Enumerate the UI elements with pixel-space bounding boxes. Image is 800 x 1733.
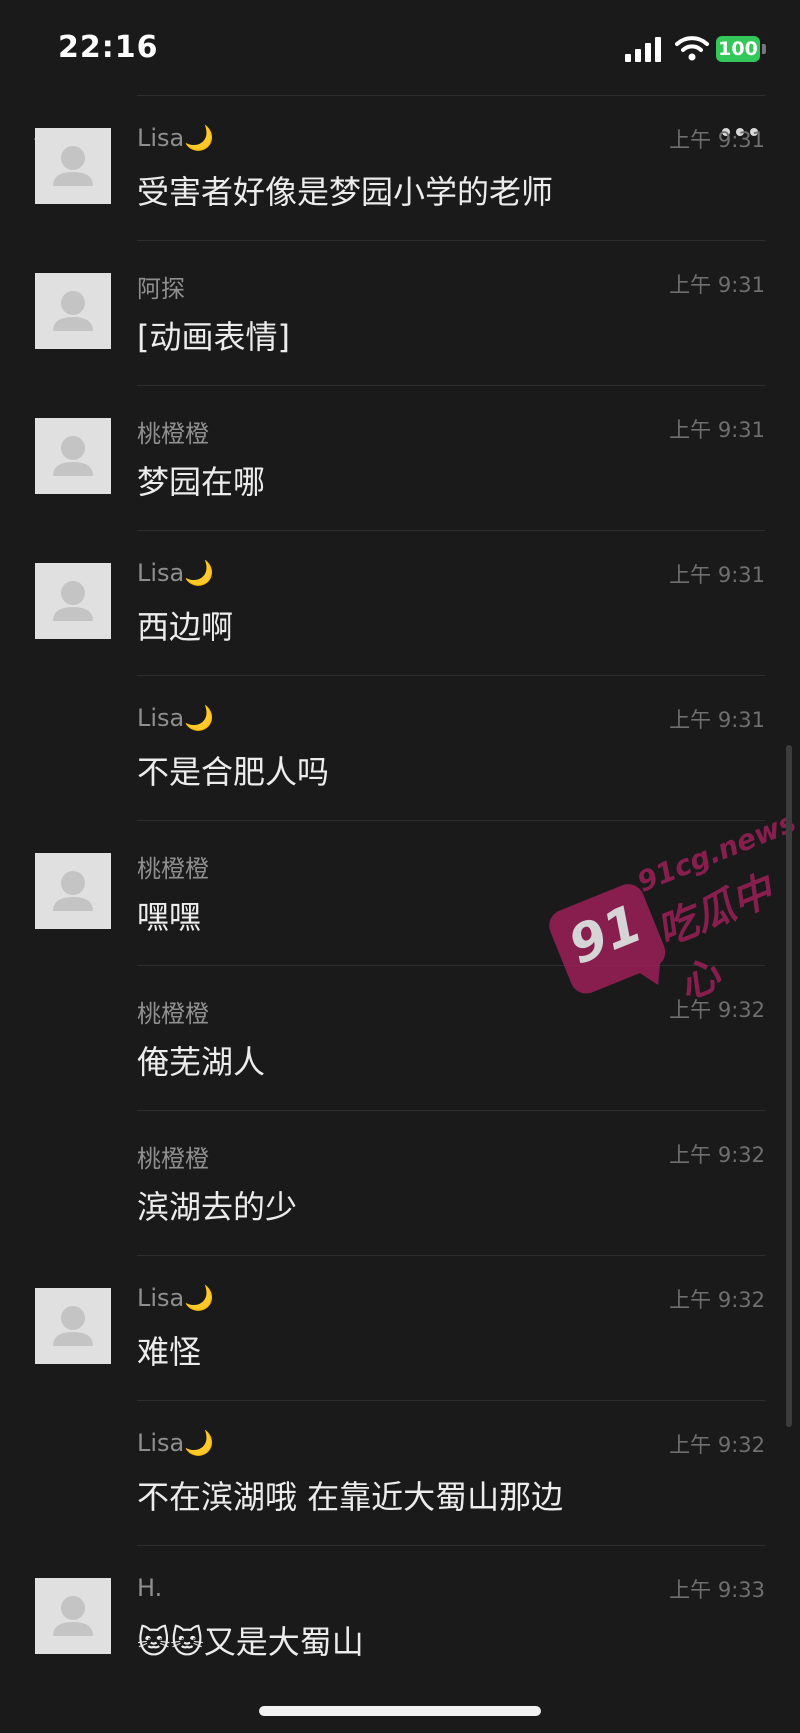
list-item[interactable]: Lisa🌙 上午 9:31 受害者好像是梦园小学的老师 <box>0 95 800 240</box>
battery-icon: 100 <box>716 36 768 62</box>
message-time: 上午 9:31 <box>669 418 765 442</box>
avatar[interactable] <box>35 1288 111 1364</box>
message-text: 梦园在哪 <box>137 463 266 501</box>
message-time: 上午 9:31 <box>669 708 765 732</box>
message-text: 俺芜湖人 <box>137 1043 266 1081</box>
default-avatar-icon <box>53 581 93 621</box>
message-text: 受害者好像是梦园小学的老师 <box>137 173 554 211</box>
message-text: 滨湖去的少 <box>137 1188 298 1226</box>
sender-name: 桃橙橙 <box>137 855 209 883</box>
sender-name: Lisa🌙 <box>137 124 215 152</box>
sender-name: 阿探 <box>137 275 185 303</box>
cellular-signal-icon <box>625 37 661 62</box>
list-item[interactable]: Lisa🌙 上午 9:31 不是合肥人吗 <box>0 675 800 820</box>
message-time: 上午 9:32 <box>669 1288 765 1312</box>
status-bar: 22:16 100 <box>0 0 800 95</box>
avatar[interactable] <box>35 563 111 639</box>
message-time: 上午 9:32 <box>669 998 765 1022</box>
message-text: 不在滨湖哦 在靠近大蜀山那边 <box>137 1478 564 1516</box>
sender-name: Lisa🌙 <box>137 1284 215 1312</box>
list-item[interactable]: Lisa🌙 上午 9:31 西边啊 <box>0 530 800 675</box>
default-avatar-icon <box>53 146 93 186</box>
message-time: 上午 9:33 <box>669 1578 765 1602</box>
list-item[interactable]: 桃橙橙 上午 9:32 滨湖去的少 <box>0 1110 800 1255</box>
sender-name: Lisa🌙 <box>137 559 215 587</box>
message-time: 上午 9:32 <box>669 1433 765 1457</box>
list-item[interactable]: H. 上午 9:33 🐱🐱又是大蜀山 <box>0 1545 800 1690</box>
default-avatar-icon <box>53 291 93 331</box>
avatar[interactable] <box>35 128 111 204</box>
default-avatar-icon <box>53 1306 93 1346</box>
list-item[interactable]: 阿探 上午 9:31 [动画表情] <box>0 240 800 385</box>
message-text: 不是合肥人吗 <box>137 753 330 791</box>
message-time: 上午 9:31 <box>669 563 765 587</box>
chat-record-list: Lisa🌙 上午 9:31 受害者好像是梦园小学的老师 阿探 上午 9:31 [… <box>0 95 800 1690</box>
message-text: 难怪 <box>137 1333 202 1371</box>
sender-name: 桃橙橙 <box>137 1145 209 1173</box>
message-time: 上午 9:31 <box>669 273 765 297</box>
sender-name: 桃橙橙 <box>137 420 209 448</box>
scrollbar[interactable] <box>786 745 792 1427</box>
message-text: [动画表情] <box>137 318 290 356</box>
list-item[interactable]: 桃橙橙 上午 9:31 梦园在哪 <box>0 385 800 530</box>
status-time: 22:16 <box>58 30 159 65</box>
avatar[interactable] <box>35 1578 111 1654</box>
message-text: 西边啊 <box>137 608 234 646</box>
battery-level: 100 <box>716 36 760 62</box>
home-indicator[interactable] <box>259 1706 541 1716</box>
list-item[interactable]: Lisa🌙 上午 9:32 不在滨湖哦 在靠近大蜀山那边 <box>0 1400 800 1545</box>
avatar[interactable] <box>35 418 111 494</box>
sender-name: Lisa🌙 <box>137 1429 215 1457</box>
list-item[interactable]: 桃橙橙 上午 9:32 俺芜湖人 <box>0 965 800 1110</box>
sender-name: Lisa🌙 <box>137 704 215 732</box>
avatar[interactable] <box>35 273 111 349</box>
sender-name: 桃橙橙 <box>137 1000 209 1028</box>
list-item[interactable]: Lisa🌙 上午 9:32 难怪 <box>0 1255 800 1400</box>
default-avatar-icon <box>53 1596 93 1636</box>
default-avatar-icon <box>53 871 93 911</box>
list-item[interactable]: 桃橙橙 嘿嘿 <box>0 820 800 965</box>
avatar[interactable] <box>35 853 111 929</box>
wifi-icon <box>675 36 709 61</box>
message-time: 上午 9:31 <box>669 128 765 152</box>
sender-name: H. <box>137 1574 163 1602</box>
message-text: 嘿嘿 <box>137 898 202 936</box>
message-text: 🐱🐱又是大蜀山 <box>137 1623 364 1661</box>
message-time: 上午 9:32 <box>669 1143 765 1167</box>
default-avatar-icon <box>53 436 93 476</box>
